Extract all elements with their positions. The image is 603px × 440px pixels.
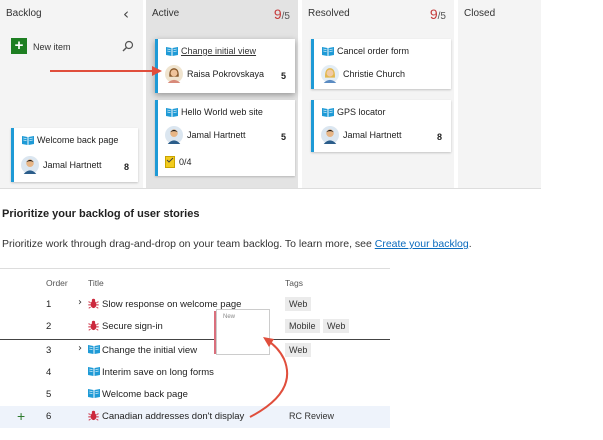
column-title: Resolved xyxy=(308,8,350,19)
add-item-icon[interactable]: + xyxy=(17,408,25,424)
title-cell[interactable]: Canadian addresses don't display xyxy=(102,411,244,422)
backlog-list: Order Title Tags 1 › Slow response on we… xyxy=(0,268,390,432)
column-backlog: Backlog ‹ + New item Welcome back page J… xyxy=(0,0,143,188)
column-header-active: Active 9/5 xyxy=(152,6,292,26)
drag-arrow-icon xyxy=(50,66,162,76)
card-hello-world[interactable]: Hello World web site Jamal Hartnett 5 0/… xyxy=(155,100,295,176)
card-assignee: Christie Church xyxy=(343,69,406,79)
order-cell: 4 xyxy=(46,367,52,378)
user-story-icon xyxy=(22,135,34,145)
task-checklist-icon xyxy=(165,156,175,168)
order-cell: 6 xyxy=(46,411,52,422)
ghost-label: New xyxy=(223,314,236,320)
new-item-label: New item xyxy=(33,42,71,52)
drag-curve-arrow-icon xyxy=(249,337,289,418)
column-title: Active xyxy=(152,8,180,19)
section-paragraph: Prioritize work through drag-and-drop on… xyxy=(2,238,472,250)
kanban-board: Backlog ‹ + New item Welcome back page J… xyxy=(0,0,541,189)
tag: Mobile xyxy=(285,319,320,333)
column-resolved: Resolved 9/5 Cancel order form Christie … xyxy=(302,0,454,188)
card-assignee: Jamal Hartnett xyxy=(187,130,246,140)
table-row[interactable]: + 6 Canadian addresses don't display RC … xyxy=(0,406,390,428)
new-item-button[interactable]: + New item xyxy=(11,38,142,58)
story-points: 5 xyxy=(280,132,286,142)
title-header[interactable]: Title xyxy=(88,278,104,288)
order-header[interactable]: Order xyxy=(46,278,68,288)
order-cell: 5 xyxy=(46,389,52,400)
title-cell[interactable]: Secure sign-in xyxy=(102,321,163,332)
card-assignee: Raisa Pokrovskaya xyxy=(187,69,265,79)
expand-chevron-icon[interactable]: › xyxy=(78,297,82,308)
bug-icon xyxy=(88,410,99,421)
avatar xyxy=(321,126,339,144)
section-heading: Prioritize your backlog of user stories xyxy=(2,208,200,220)
order-cell: 3 xyxy=(46,345,52,356)
card-assignee: Jamal Hartnett xyxy=(343,130,402,140)
tag: Web xyxy=(323,319,350,333)
tags-header[interactable]: Tags xyxy=(285,278,303,288)
column-header-closed: Closed xyxy=(464,8,535,26)
tag: Web xyxy=(285,297,312,311)
avatar xyxy=(321,65,339,83)
wip-limit: 9/5 xyxy=(273,6,290,22)
story-points: 8 xyxy=(436,132,442,142)
avatar xyxy=(165,126,183,144)
card-assignee: Jamal Hartnett xyxy=(43,160,102,170)
create-backlog-link[interactable]: Create your backlog xyxy=(375,238,469,250)
card-title: Cancel order form xyxy=(337,46,410,56)
order-cell: 1 xyxy=(46,299,52,310)
card-title: Welcome back page xyxy=(37,135,119,145)
column-closed: Closed xyxy=(458,0,541,188)
card-change-initial-view[interactable]: Change initial view Raisa Pokrovskaya 5 xyxy=(155,39,295,93)
user-story-icon xyxy=(322,107,334,117)
bug-icon xyxy=(88,298,99,309)
user-story-icon xyxy=(88,344,100,354)
title-cell[interactable]: Interim save on long forms xyxy=(102,367,214,378)
user-story-icon xyxy=(166,46,178,56)
title-cell[interactable]: Change the initial view xyxy=(102,345,197,356)
column-active: Active 9/5 Change initial view Raisa Pok… xyxy=(146,0,298,188)
table-row[interactable]: 1 › Slow response on welcome page Web xyxy=(0,294,390,316)
search-icon[interactable] xyxy=(122,40,134,52)
card-title[interactable]: Change initial view xyxy=(181,46,256,56)
table-row[interactable]: 2 Secure sign-in Mobile Web xyxy=(0,316,390,338)
card-welcome-back-page[interactable]: Welcome back page Jamal Hartnett 8 xyxy=(11,128,138,182)
table-row[interactable]: 4 Interim save on long forms xyxy=(0,362,390,384)
user-story-icon xyxy=(88,388,100,398)
table-row[interactable]: 5 Welcome back page xyxy=(0,384,390,406)
story-points: 8 xyxy=(123,162,129,172)
order-cell: 2 xyxy=(46,321,52,332)
user-story-icon xyxy=(88,366,100,376)
task-progress[interactable]: 0/4 xyxy=(165,156,192,168)
plus-icon: + xyxy=(11,38,27,54)
column-title: Closed xyxy=(464,8,496,19)
wip-limit: 9/5 xyxy=(429,6,446,22)
column-header-backlog: Backlog ‹ xyxy=(6,5,137,26)
title-cell[interactable]: Welcome back page xyxy=(102,389,188,400)
avatar xyxy=(21,156,39,174)
card-title: GPS locator xyxy=(337,107,386,117)
task-count: 0/4 xyxy=(179,157,192,167)
column-title: Backlog xyxy=(6,8,42,19)
card-cancel-order-form[interactable]: Cancel order form Christie Church xyxy=(311,39,451,89)
user-story-icon xyxy=(166,107,178,117)
card-gps-locator[interactable]: GPS locator Jamal Hartnett 8 xyxy=(311,100,451,152)
bug-icon xyxy=(88,320,99,331)
table-row[interactable]: 3 › Change the initial view Web xyxy=(0,340,390,362)
card-title: Hello World web site xyxy=(181,107,263,117)
column-header-resolved: Resolved 9/5 xyxy=(308,6,448,26)
expand-chevron-icon[interactable]: › xyxy=(78,343,82,354)
collapse-chevron-icon[interactable]: ‹ xyxy=(123,5,129,23)
story-points: 5 xyxy=(280,71,286,81)
user-story-icon xyxy=(322,46,334,56)
